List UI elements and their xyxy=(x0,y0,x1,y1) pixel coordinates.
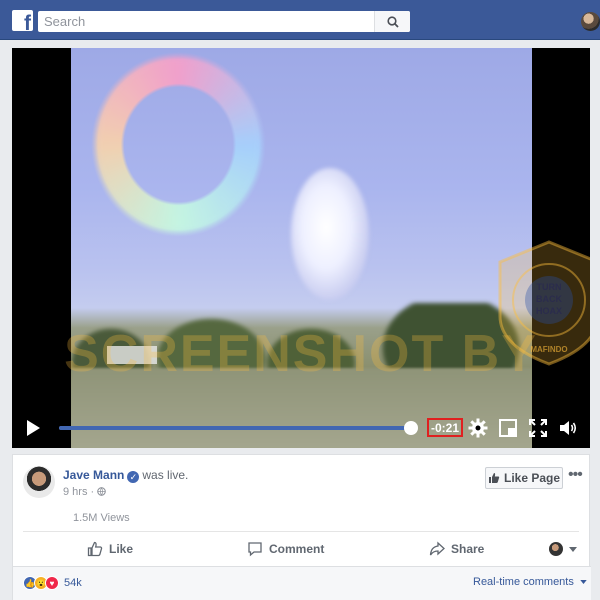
fullscreen-icon[interactable] xyxy=(528,418,548,438)
love-reaction-icon: ♥ xyxy=(45,576,59,590)
realtime-comments-dropdown[interactable]: Real-time comments xyxy=(473,576,587,588)
search-button[interactable] xyxy=(374,11,410,32)
search-icon xyxy=(386,15,399,28)
volume-icon[interactable] xyxy=(558,418,578,438)
reactions-footer: 👍 😮 ♥ 54k Real-time comments xyxy=(13,567,591,600)
time-remaining: -0:21 xyxy=(427,418,463,437)
thumbs-up-icon xyxy=(488,473,500,483)
profile-avatar[interactable] xyxy=(581,12,600,31)
comment-button[interactable]: Comment xyxy=(247,539,324,559)
post-time[interactable]: 9 hrs xyxy=(63,486,87,498)
video-frame xyxy=(71,48,532,448)
author-line: Jave Mann ✓ was live. xyxy=(63,468,188,483)
share-icon xyxy=(429,541,445,556)
like-page-label: Like Page xyxy=(503,471,561,485)
top-bar: f xyxy=(0,0,600,40)
picture-in-picture-icon[interactable] xyxy=(498,418,518,438)
like-icon xyxy=(87,541,103,557)
search-input[interactable] xyxy=(38,11,374,32)
reaction-summary[interactable]: 👍 😮 ♥ 54k xyxy=(23,575,82,591)
svg-text:BACK: BACK xyxy=(536,294,562,304)
gear-icon[interactable] xyxy=(468,418,488,438)
realtime-comments-label: Real-time comments xyxy=(473,576,574,588)
progress-fill xyxy=(59,426,412,430)
post-status: was live. xyxy=(142,468,189,482)
comment-icon xyxy=(248,542,262,557)
share-as-avatar xyxy=(549,542,563,556)
post-card: Jave Mann ✓ was live. 9 hrs · Like Page ••… xyxy=(12,454,591,600)
progress-bar[interactable] xyxy=(59,421,419,435)
svg-text:HOAX: HOAX xyxy=(536,306,562,316)
more-options-button[interactable]: ••• xyxy=(568,466,583,484)
view-count: 1.5M Views xyxy=(73,512,130,524)
like-page-button[interactable]: Like Page xyxy=(485,467,563,489)
facebook-logo-icon[interactable]: f xyxy=(12,10,33,31)
search-box xyxy=(38,11,410,32)
share-as-selector[interactable] xyxy=(549,539,577,559)
video-player[interactable]: SCREENSHOT BY TURN BACK HOAX MAFINDO xyxy=(12,48,590,448)
progress-scrubber[interactable] xyxy=(404,421,419,435)
caret-down-icon xyxy=(569,546,577,552)
comment-label: Comment xyxy=(269,542,325,556)
dot-separator: · xyxy=(90,486,98,498)
verified-badge-icon: ✓ xyxy=(127,471,140,483)
share-button[interactable]: Share xyxy=(429,539,484,559)
video-controls: -0:21 xyxy=(12,410,590,446)
glowing-orb-image xyxy=(291,168,369,300)
globe-icon xyxy=(97,487,107,496)
like-label: Like xyxy=(109,542,134,556)
author-name[interactable]: Jave Mann xyxy=(63,468,124,482)
caret-down-icon xyxy=(580,580,587,584)
play-icon[interactable] xyxy=(24,419,42,437)
share-label: Share xyxy=(451,542,485,556)
author-avatar[interactable] xyxy=(23,466,55,498)
reaction-count: 54k xyxy=(64,577,82,589)
post-meta: 9 hrs · xyxy=(63,486,107,498)
like-button[interactable]: Like xyxy=(87,539,133,559)
svg-text:MAFINDO: MAFINDO xyxy=(530,345,567,354)
divider xyxy=(23,531,579,532)
rainbow-ring-image xyxy=(91,52,266,237)
turnbackhoax-seal-icon: TURN BACK HOAX MAFINDO xyxy=(498,240,590,366)
svg-text:TURN: TURN xyxy=(537,282,562,292)
